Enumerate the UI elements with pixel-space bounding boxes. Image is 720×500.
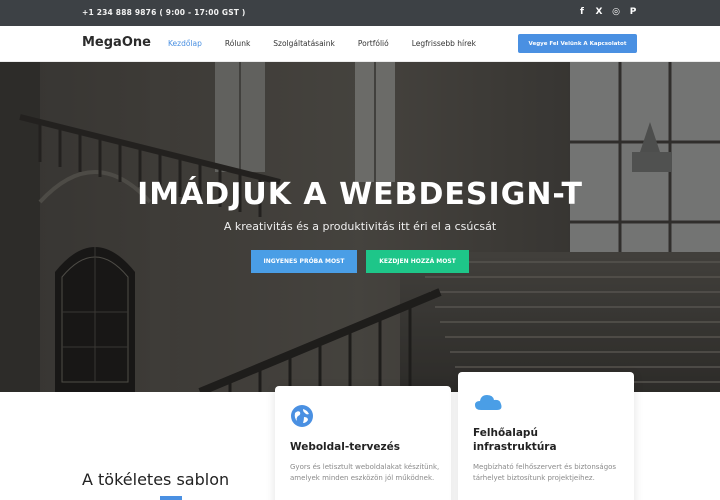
feature-card-cloud[interactable]: Felhőalapú infrastruktúra Megbízható fel… [458,372,634,500]
nav-menu: Kezdőlap Rólunk Szolgáltatásaink Portfól… [168,39,499,48]
card-title: Felhőalapú infrastruktúra [473,427,557,453]
instagram-icon[interactable]: ◎ [611,5,621,19]
nav-item-home[interactable]: Kezdőlap [168,39,202,48]
section-heading: A tökéletes sablon [82,470,230,489]
top-bar: +1 234 888 9876 ( 9:00 - 17:00 GST ) f X… [0,0,720,26]
heading-underline [160,496,182,500]
contact-phone: +1 234 888 9876 ( 9:00 - 17:00 GST ) [82,8,246,17]
hero-section: IMÁDJUK A WEBDESIGN-T A kreativitás és a… [0,62,720,392]
card-text: Gyors és letisztult weboldalakat készítü… [290,463,440,482]
cloud-icon [475,395,502,410]
main-navbar: MegaOne Kezdőlap Rólunk Szolgáltatásaink… [0,26,720,62]
x-icon[interactable]: X [594,5,604,19]
pinterest-icon[interactable]: P [628,5,638,19]
hero-title: IMÁDJUK A WEBDESIGN-T [137,177,583,212]
nav-item-about[interactable]: Rólunk [225,39,250,48]
get-started-button[interactable]: KEZDJEN HOZZÁ MOST [366,250,469,273]
card-text: Megbízható felhőszervert és biztonságos … [473,463,617,482]
card-title: Weboldal-tervezés [290,441,400,453]
nav-item-news[interactable]: Legfrissebb hírek [412,39,476,48]
feature-card-web-design[interactable]: Weboldal-tervezés Gyors és letisztult we… [275,386,451,500]
facebook-icon[interactable]: f [577,5,587,19]
free-trial-button[interactable]: INGYENES PRÓBA MOST [251,250,357,273]
social-links: f X ◎ P [577,5,638,19]
contact-button[interactable]: Vegye Fel Velünk A Kapcsolatot [518,34,637,53]
globe-icon [291,405,313,427]
nav-item-portfolio[interactable]: Portfólió [358,39,389,48]
hero-subtitle: A kreativitás és a produktivitás itt éri… [223,220,497,233]
logo[interactable]: MegaOne [82,35,151,50]
nav-item-services[interactable]: Szolgáltatásaink [273,39,335,48]
